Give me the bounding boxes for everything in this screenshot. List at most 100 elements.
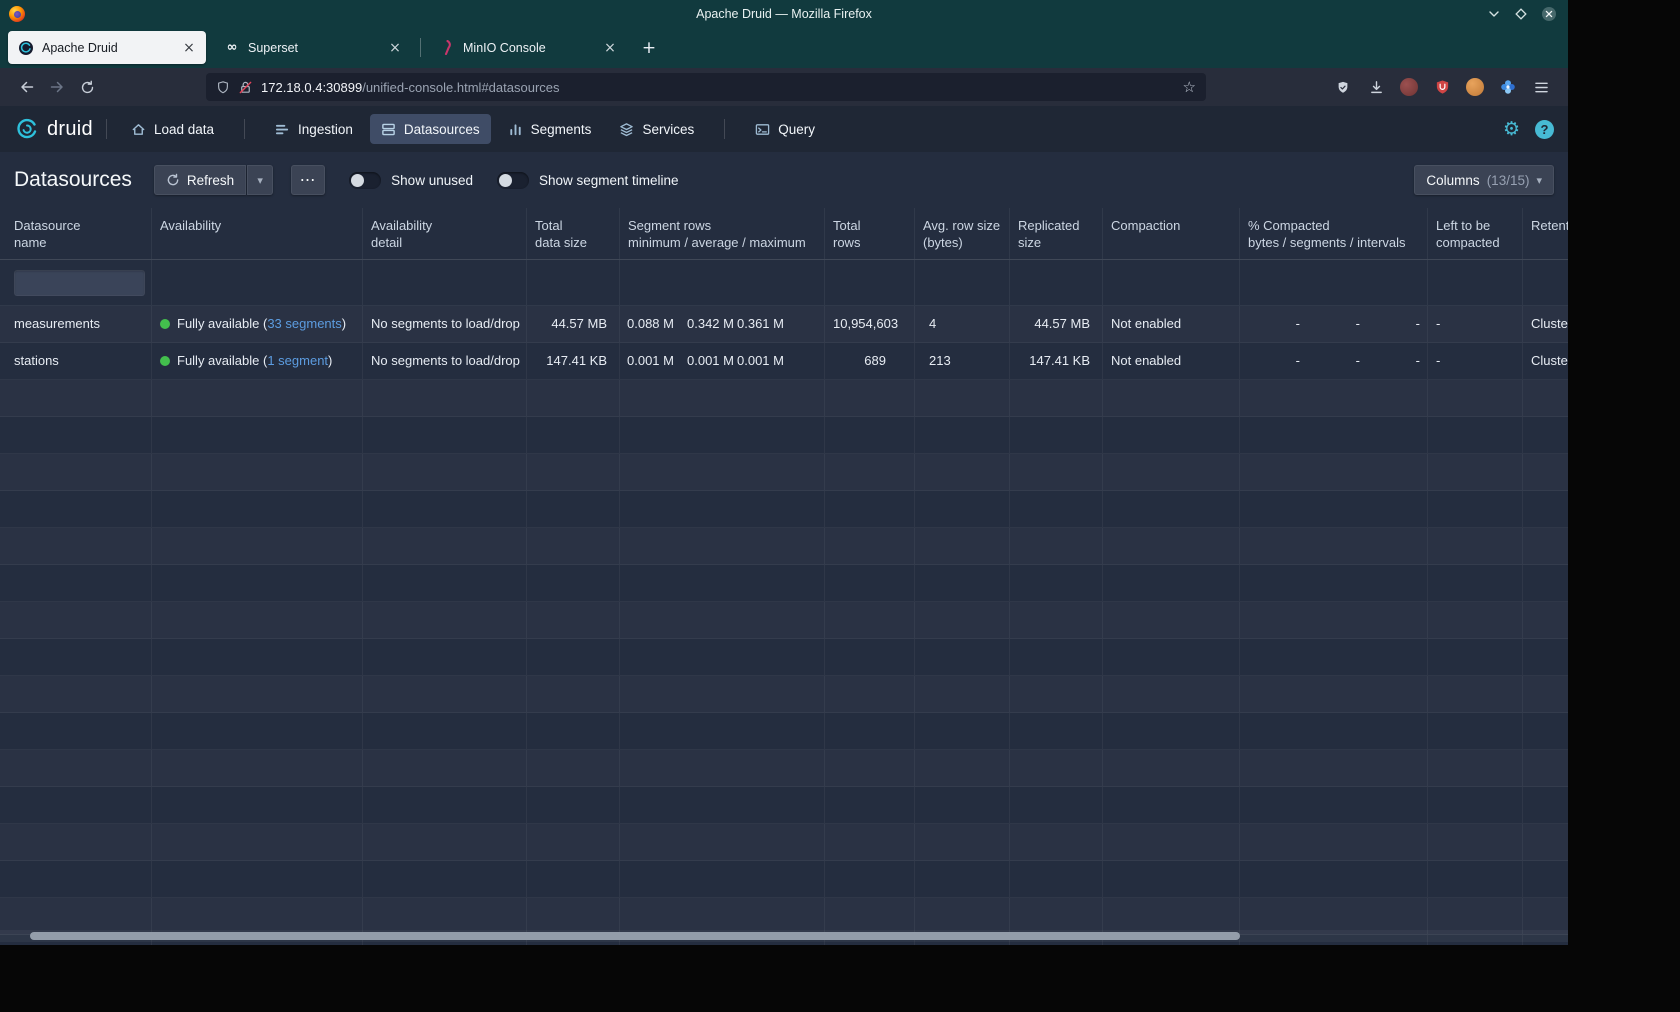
connection-not-secure-icon[interactable] [238, 80, 253, 95]
tab-superset[interactable]: ∞ Superset × [214, 31, 412, 64]
header-line: Compaction [1111, 218, 1231, 235]
table-cell [620, 676, 825, 712]
header-line: Retention [1531, 218, 1568, 235]
table-cell [1428, 676, 1523, 712]
table-row-empty [0, 528, 1568, 565]
nav-item-segments[interactable]: Segments [497, 114, 603, 144]
filter-cell [1523, 260, 1568, 305]
reload-button[interactable] [72, 72, 102, 102]
column-header-availability-detail[interactable]: Availability detail [363, 208, 527, 259]
segment-rows-avg: 0.342 M [687, 306, 737, 342]
show-segment-timeline-switch[interactable] [497, 172, 529, 189]
table-cell [0, 824, 152, 860]
column-header-replicated-size[interactable]: Replicated size [1010, 208, 1103, 259]
table-cell [1428, 565, 1523, 601]
availability-detail-cell: No segments to load/drop [363, 306, 527, 342]
header-line: (bytes) [923, 235, 1001, 252]
horizontal-scrollbar[interactable] [30, 932, 1240, 940]
table-cell [1010, 454, 1103, 490]
table-empty-rows [0, 380, 1568, 945]
privacy-shield-icon[interactable] [1328, 72, 1358, 102]
segment-rows-min: 0.001 M [627, 343, 687, 379]
window-close-icon[interactable] [1541, 6, 1557, 22]
show-segment-timeline-label: Show segment timeline [539, 173, 679, 188]
column-header-total-rows[interactable]: Total rows [825, 208, 915, 259]
refresh-dropdown-button[interactable]: ▾ [247, 165, 273, 195]
tab-minio-console[interactable]: MinIO Console × [429, 31, 627, 64]
new-tab-button[interactable]: + [635, 34, 663, 62]
tab-close-icon[interactable]: × [601, 39, 619, 57]
extension-pinwheel-icon[interactable] [1493, 72, 1523, 102]
table-cell [1240, 380, 1428, 416]
column-header-datasource-name[interactable]: Datasource name [0, 208, 152, 259]
table-cell [1523, 861, 1568, 897]
table-row-empty [0, 639, 1568, 676]
column-header-total-data-size[interactable]: Total data size [527, 208, 620, 259]
table-row-empty [0, 824, 1568, 861]
table-row-empty [0, 565, 1568, 602]
table-cell [1010, 639, 1103, 675]
segments-link[interactable]: 33 segments [267, 316, 341, 331]
help-icon[interactable]: ? [1535, 120, 1554, 139]
window-maximize-icon[interactable] [1514, 7, 1528, 21]
column-header-left-to-be-compacted[interactable]: Left to be compacted [1428, 208, 1523, 259]
account-avatar-icon[interactable] [1460, 72, 1490, 102]
table-cell [1240, 417, 1428, 453]
table-row-empty [0, 861, 1568, 898]
column-header-avg-row-size[interactable]: Avg. row size (bytes) [915, 208, 1010, 259]
column-header-retention[interactable]: Retention [1523, 208, 1568, 259]
tracking-protection-shield-icon[interactable] [216, 80, 230, 95]
url-bar[interactable]: 172.18.0.4:30899/unified-console.html#da… [206, 73, 1206, 101]
refresh-button[interactable]: Refresh [154, 165, 246, 195]
table-cell [825, 565, 915, 601]
nav-item-services[interactable]: Services [608, 114, 705, 144]
menu-icon[interactable] [1526, 72, 1556, 102]
availability-suffix: ) [328, 353, 332, 368]
tab-close-icon[interactable]: × [386, 39, 404, 57]
show-unused-switch[interactable] [349, 172, 381, 189]
bookmark-star-icon[interactable]: ☆ [1183, 78, 1196, 96]
column-header-segment-rows[interactable]: Segment rows minimum / average / maximum [620, 208, 825, 259]
column-header-pct-compacted[interactable]: % Compacted bytes / segments / intervals [1240, 208, 1428, 259]
druid-brand[interactable]: druid [14, 116, 93, 142]
table-cell [620, 454, 825, 490]
nav-item-load-data[interactable]: Load data [120, 114, 225, 144]
table-cell [1103, 861, 1240, 897]
datasource-filter-input[interactable] [14, 270, 145, 296]
downloads-icon[interactable] [1361, 72, 1391, 102]
nav-item-query[interactable]: Query [744, 114, 826, 144]
table-cell [620, 602, 825, 638]
druid-brand-name: druid [47, 118, 93, 141]
superset-favicon: ∞ [224, 40, 240, 56]
table-cell [527, 824, 620, 860]
table-cell [527, 380, 620, 416]
nav-divider [244, 119, 245, 139]
window-minimize-icon[interactable] [1487, 7, 1501, 21]
table-cell [1103, 750, 1240, 786]
table-row-empty [0, 676, 1568, 713]
pct-compacted-intervals: - [1360, 343, 1420, 379]
tab-close-icon[interactable]: × [180, 39, 198, 57]
table-cell [825, 602, 915, 638]
extension-icon[interactable] [1394, 72, 1424, 102]
nav-item-ingestion[interactable]: Ingestion [264, 114, 364, 144]
more-actions-button[interactable]: ⋯ [291, 165, 325, 195]
table-cell [1103, 602, 1240, 638]
back-button[interactable] [12, 72, 42, 102]
table-cell [527, 602, 620, 638]
query-icon [755, 122, 770, 137]
tab-apache-druid[interactable]: Apache Druid × [8, 31, 206, 64]
segments-link[interactable]: 1 segment [267, 353, 328, 368]
gear-icon[interactable]: ⚙ [1503, 120, 1520, 139]
table-cell [1428, 639, 1523, 675]
table-cell [1103, 417, 1240, 453]
ublock-icon[interactable] [1427, 72, 1457, 102]
nav-item-datasources[interactable]: Datasources [370, 114, 491, 144]
column-header-availability[interactable]: Availability [152, 208, 363, 259]
table-cell [1523, 491, 1568, 527]
table-cell [152, 713, 363, 749]
table-cell [363, 787, 527, 823]
column-header-compaction[interactable]: Compaction [1103, 208, 1240, 259]
forward-button[interactable] [42, 72, 72, 102]
columns-button[interactable]: Columns (13/15) ▾ [1414, 165, 1554, 195]
